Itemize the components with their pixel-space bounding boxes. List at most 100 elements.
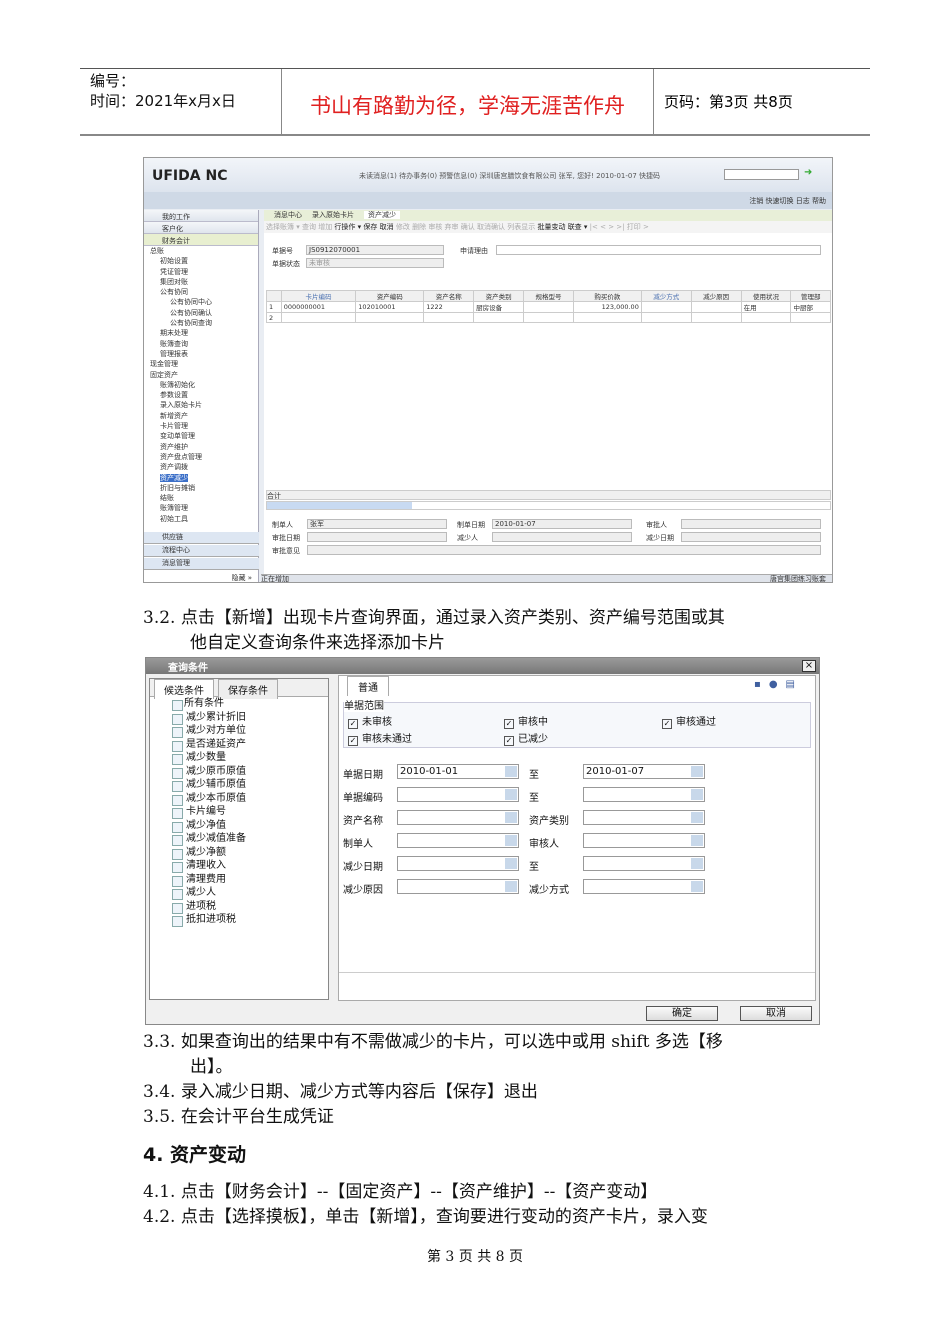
column-header[interactable]: 购买价款 bbox=[572, 290, 642, 302]
check-auditing[interactable]: ✓ 审核中 bbox=[504, 713, 548, 729]
condition-item[interactable]: 卡片编号 bbox=[150, 805, 328, 819]
close-icon[interactable]: × bbox=[802, 660, 816, 672]
table-cell[interactable] bbox=[790, 312, 831, 323]
tree-item[interactable]: 录入原始卡片 bbox=[144, 400, 258, 410]
row-op-button[interactable]: 行操作 ▾ bbox=[334, 223, 361, 231]
link-query-button[interactable]: 联查 ▾ bbox=[568, 223, 588, 231]
column-header[interactable]: 资产类别 bbox=[473, 290, 525, 302]
field-input[interactable] bbox=[397, 810, 519, 825]
tab-message-center[interactable]: 消息中心 bbox=[274, 211, 302, 219]
toolbar-icons[interactable]: ▪●▤ bbox=[754, 679, 803, 690]
condition-item[interactable]: 减少对方单位 bbox=[150, 724, 328, 738]
condition-item[interactable]: 减少人 bbox=[150, 886, 328, 900]
table-cell[interactable]: 102010001 bbox=[355, 301, 425, 313]
tree-item[interactable]: 总账 bbox=[144, 246, 258, 256]
sidebar-head-my-work[interactable]: 我的工作 bbox=[144, 210, 258, 222]
table-cell[interactable] bbox=[690, 301, 742, 313]
tab-asset-reduction[interactable]: 资产减少 bbox=[364, 211, 400, 219]
table-cell[interactable] bbox=[473, 312, 525, 323]
field-input-2[interactable] bbox=[583, 810, 705, 825]
table-cell[interactable]: 1222 bbox=[423, 301, 475, 313]
table-cell[interactable] bbox=[523, 312, 574, 323]
column-header[interactable]: 减少方式 bbox=[640, 290, 692, 302]
footer-field[interactable] bbox=[681, 532, 821, 542]
condition-item[interactable]: 减少净值 bbox=[150, 819, 328, 832]
table-cell[interactable]: 123,000.00 bbox=[572, 301, 642, 313]
column-header[interactable]: 资产编码 bbox=[355, 290, 425, 302]
status-field[interactable]: 未审核 bbox=[306, 258, 444, 268]
tree-item[interactable]: 结账 bbox=[144, 493, 258, 503]
horizontal-scrollbar[interactable] bbox=[266, 501, 831, 510]
check-reduced[interactable]: ✓ 已减少 bbox=[504, 730, 548, 746]
table-cell[interactable]: 在用 bbox=[740, 301, 792, 313]
tree-item[interactable]: 账簿管理 bbox=[144, 503, 258, 513]
tree-item[interactable]: 公有协同确认 bbox=[144, 308, 258, 318]
condition-item[interactable]: 进项税 bbox=[150, 900, 328, 913]
tree-item[interactable]: 固定资产 bbox=[144, 370, 258, 380]
column-header[interactable] bbox=[266, 290, 282, 302]
tree-item[interactable]: 初始设置 bbox=[144, 256, 258, 266]
table-row[interactable]: 2 bbox=[266, 312, 831, 323]
sidebar-foot-supply[interactable]: 供应链 bbox=[144, 532, 259, 544]
field-input-2[interactable] bbox=[583, 833, 705, 848]
footer-field[interactable]: 2010-01-07 bbox=[492, 519, 632, 529]
condition-item[interactable]: 减少累计折旧 bbox=[150, 711, 328, 724]
check-rejected[interactable]: ✓ 审核未通过 bbox=[348, 730, 412, 746]
column-header[interactable]: 减少原因 bbox=[690, 290, 742, 302]
field-input[interactable]: 2010-01-01 bbox=[397, 764, 519, 779]
table-cell[interactable] bbox=[640, 312, 692, 323]
tree-item[interactable]: 账簿查询 bbox=[144, 339, 258, 349]
tree-item[interactable]: 初始工具 bbox=[144, 514, 258, 524]
table-cell[interactable]: 1 bbox=[266, 301, 282, 313]
table-cell[interactable] bbox=[640, 301, 692, 313]
footer-field[interactable]: 张军 bbox=[307, 519, 447, 529]
tree-item[interactable]: 管理报表 bbox=[144, 349, 258, 359]
column-header[interactable]: 资产名称 bbox=[423, 290, 475, 302]
table-cell[interactable] bbox=[690, 312, 742, 323]
tab-normal[interactable]: 普通 bbox=[347, 676, 389, 696]
tree-item[interactable]: 卡片管理 bbox=[144, 421, 258, 431]
field-input-2[interactable] bbox=[583, 787, 705, 802]
footer-field[interactable] bbox=[492, 532, 632, 542]
tree-item[interactable]: 资产维护 bbox=[144, 442, 258, 452]
field-input[interactable] bbox=[397, 787, 519, 802]
check-unaudited[interactable]: ✓ 未审核 bbox=[348, 713, 392, 729]
condition-item[interactable]: 清理收入 bbox=[150, 859, 328, 873]
tree-item[interactable]: 变动单管理 bbox=[144, 431, 258, 441]
tab-original-card[interactable]: 录入原始卡片 bbox=[312, 211, 354, 219]
condition-item[interactable]: 是否递延资产 bbox=[150, 738, 328, 751]
field-input-2[interactable] bbox=[583, 879, 705, 894]
sidebar-head-custom[interactable]: 客户化 bbox=[144, 222, 258, 234]
tree-item[interactable]: 折旧与摊销 bbox=[144, 483, 258, 493]
column-header[interactable]: 规格型号 bbox=[523, 290, 574, 302]
table-cell[interactable] bbox=[423, 312, 475, 323]
tree-item[interactable]: 参数设置 bbox=[144, 390, 258, 400]
table-cell[interactable] bbox=[740, 312, 792, 323]
column-header[interactable]: 管理部 bbox=[790, 290, 831, 302]
field-input[interactable] bbox=[397, 879, 519, 894]
sidebar-foot-process[interactable]: 流程中心 bbox=[144, 545, 259, 557]
table-cell[interactable] bbox=[280, 312, 357, 323]
table-cell[interactable] bbox=[523, 301, 574, 313]
nav-buttons[interactable]: |< < > >| 打印 > bbox=[587, 223, 649, 231]
tree-item[interactable]: 公有协同中心 bbox=[144, 297, 258, 307]
condition-item[interactable]: 清理费用 bbox=[150, 873, 328, 886]
footer-field[interactable] bbox=[681, 519, 821, 529]
shortcut-input[interactable] bbox=[724, 169, 799, 180]
tree-item[interactable]: 账簿初始化 bbox=[144, 380, 258, 390]
condition-item[interactable]: 减少原币原值 bbox=[150, 765, 328, 778]
go-arrow-icon[interactable]: ➜ bbox=[804, 167, 812, 178]
cancel-button[interactable]: 取消 bbox=[740, 1006, 812, 1021]
condition-item[interactable]: 减少减值准备 bbox=[150, 832, 328, 846]
condition-item[interactable]: 减少净额 bbox=[150, 846, 328, 859]
table-row[interactable]: 1 0000000001 102010001 1222 厨房设备 123,000.00 在用… bbox=[266, 301, 831, 313]
tree-root[interactable]: 所有条件 bbox=[150, 697, 328, 711]
reason-field[interactable] bbox=[496, 245, 821, 255]
tree-item[interactable]: 集团对账 bbox=[144, 277, 258, 287]
column-header[interactable]: 使用状况 bbox=[740, 290, 792, 302]
column-header[interactable]: 卡片编码 bbox=[280, 290, 357, 302]
table-cell[interactable] bbox=[572, 312, 642, 323]
footer-field[interactable] bbox=[307, 532, 447, 542]
sidebar-foot-message[interactable]: 消息管理 bbox=[144, 558, 259, 570]
table-cell[interactable]: 0000000001 bbox=[280, 301, 357, 313]
